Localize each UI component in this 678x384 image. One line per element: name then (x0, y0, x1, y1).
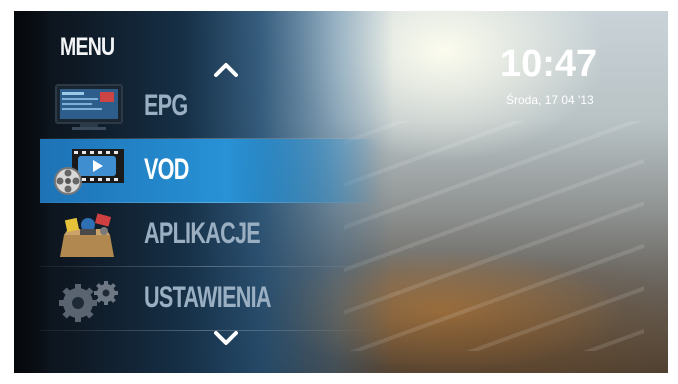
menu-item-label: VOD (144, 153, 189, 186)
menu-title: MENU (60, 33, 115, 61)
menu-item-label: APLIKACJE (144, 217, 261, 250)
clock-time: 10:47 (500, 43, 598, 85)
scroll-down-arrow-icon[interactable] (212, 329, 240, 349)
menu-item-ustawienia[interactable]: USTAWIENIA (40, 267, 380, 331)
menu-item-vod[interactable]: VOD (40, 139, 380, 203)
menu-item-label: USTAWIENIA (144, 281, 272, 314)
apps-box-icon (52, 209, 128, 261)
menu-item-epg[interactable]: EPG (40, 75, 380, 139)
gears-icon (52, 273, 128, 325)
menu-item-label: EPG (144, 89, 188, 122)
film-reel-icon (52, 145, 128, 197)
menu-item-aplikacje[interactable]: APLIKACJE (40, 203, 380, 267)
divider (40, 330, 380, 331)
tv-screen: MENU EPG VOD APLIKACJE USTAWIENIA 10:47 … (14, 11, 668, 373)
tv-icon (52, 81, 128, 133)
clock-date: Środa, 17 04 '13 (506, 93, 594, 107)
